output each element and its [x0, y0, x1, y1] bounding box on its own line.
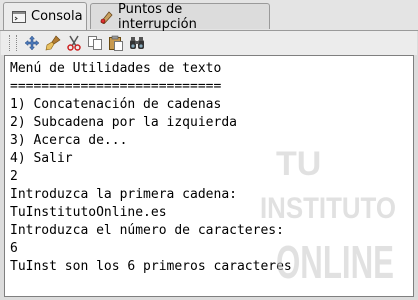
console-line: TuInst son los 6 primeros caracteres: [10, 259, 292, 274]
watermark-line3: ONLINE: [276, 236, 394, 283]
tab-label: Puntos de interrupción: [118, 1, 197, 32]
console-line: 3) Acerca de...: [10, 133, 128, 148]
console-line: 1) Concatenación de cadenas: [10, 97, 222, 112]
cut-icon[interactable]: [64, 34, 83, 53]
tab-strip: Consola Puntos de interrupción: [0, 0, 418, 32]
console-line: Menú de Utilidades de texto: [10, 61, 222, 76]
console-line: Introduzca el número de caracteres:: [10, 223, 284, 238]
console-window: Consola Puntos de interrupción Menú de U…: [0, 0, 418, 300]
clear-icon[interactable]: [43, 34, 62, 53]
console-line: 4) Salir: [10, 151, 73, 166]
breakpoints-icon: [99, 10, 113, 25]
console-line: Introduzca la primera cadena:: [10, 187, 237, 202]
console-icon: [12, 10, 26, 24]
console-line: 2: [10, 169, 18, 184]
watermark-line1: TU: [276, 145, 321, 183]
console-line: ===========================: [10, 79, 222, 94]
console-lines: Menú de Utilidades de texto ============…: [10, 60, 292, 276]
move-icon[interactable]: [22, 34, 41, 53]
console-line: TuInstitutoOnline.es: [10, 205, 167, 220]
watermark-line2: INSTITUTO: [260, 192, 396, 225]
console-toolbar: [1, 31, 417, 55]
tab-consola[interactable]: Consola: [3, 2, 87, 30]
toolbar-grip[interactable]: [9, 35, 17, 51]
paste-icon[interactable]: [106, 34, 125, 53]
console-line: 2) Subcadena por la izquierda: [10, 115, 237, 130]
tab-label: Consola: [31, 9, 83, 24]
find-icon[interactable]: [127, 34, 146, 53]
tab-puntos-de-interrupcion[interactable]: Puntos de interrupción: [90, 1, 270, 32]
console-line: 6: [10, 241, 18, 256]
watermark-logo: TU INSTITUTO ONLINE: [260, 145, 396, 283]
copy-icon[interactable]: [85, 34, 104, 53]
